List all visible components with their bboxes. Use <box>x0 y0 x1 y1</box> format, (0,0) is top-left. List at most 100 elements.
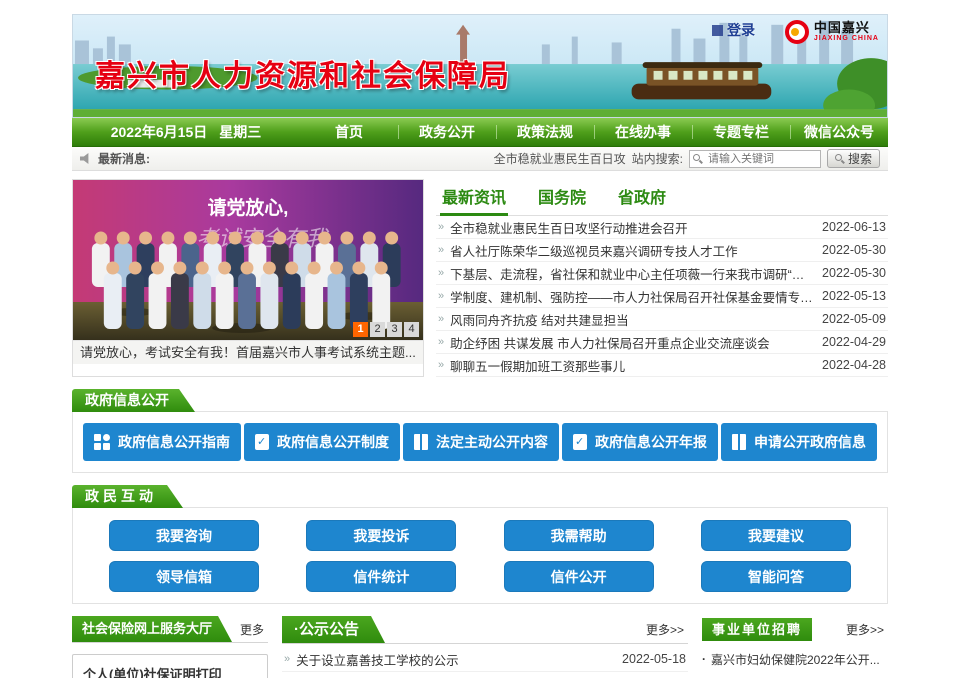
announcements-more-link[interactable]: 更多>> <box>646 621 688 638</box>
login-button[interactable]: 登录 <box>712 20 755 40</box>
search-input[interactable] <box>689 150 821 168</box>
news-item[interactable]: 风雨同舟齐抗疫 结对共建显担当 2022-05-09 <box>436 308 888 331</box>
slideshow-caption[interactable]: 请党放心，考试安全有我！首届嘉兴市人事考试系统主题... <box>73 340 423 364</box>
social-cert-print-item[interactable]: 个人(单位)社保证明打印 <box>72 654 268 678</box>
gov-info-guide-button[interactable]: 政府信息公开指南 <box>83 423 241 461</box>
login-icon <box>712 25 723 36</box>
gov-button-label: 法定主动公开内容 <box>436 432 548 452</box>
news-item[interactable]: 下基层、走流程，省社保和就业中心主任项薇一行来我市调研“国统”上线情况 2022… <box>436 262 888 285</box>
site-title: 嘉兴市人力资源和社会保障局 <box>95 51 511 95</box>
news-panel: 最新资讯 国务院 省政府 全市稳就业惠民生百日攻坚行动推进会召开 2022-06… <box>436 179 888 377</box>
pager-4[interactable]: 4 <box>404 322 419 337</box>
slideshow-photo-svg: 请党放心, 考试安全有我 <box>73 180 423 340</box>
gov-info-section-title: 政府信息公开 <box>72 389 195 412</box>
suggestion-button[interactable]: 我要建议 <box>701 520 851 551</box>
main-nav: 2022年6月15日 星期三 首页 政务公开 政策法规 在线办事 专题专栏 微信… <box>72 118 888 147</box>
announcement-item[interactable]: 关于设立嘉善技工学校的公示 2022-05-18 <box>282 647 688 672</box>
nav-item-gov-affairs[interactable]: 政务公开 <box>398 118 496 146</box>
recruitment-more-link[interactable]: 更多>> <box>846 621 888 638</box>
recruitment-item-title: 嘉兴市妇幼保健院2022年公开... <box>711 651 880 668</box>
photo-banner-line1: 请党放心, <box>208 196 289 219</box>
gov-button-label: 申请公开政府信息 <box>754 432 866 452</box>
news-item-title: 全市稳就业惠民生百日攻坚行动推进会召开 <box>450 218 816 237</box>
leader-mailbox-button[interactable]: 领导信箱 <box>109 561 259 592</box>
recruitment-item[interactable]: 2022年嘉兴市属事业单位公开... <box>702 672 888 678</box>
news-item[interactable]: 聊聊五一假期加班工资那些事儿 2022-04-28 <box>436 354 888 377</box>
announcement-title: 关于公布嘉兴市人力资源和社会保障局2022年度重大行政决策事... <box>296 675 616 678</box>
double-arrow-icon <box>438 359 444 371</box>
tab-latest-news[interactable]: 最新资讯 <box>440 179 508 215</box>
social-insurance-panel: 社会保险网上服务大厅 更多 个人(单位)社保证明打印 办事指南 <box>72 616 268 678</box>
doc-check-icon <box>573 434 587 450</box>
nav-item-home[interactable]: 首页 <box>300 118 398 146</box>
grid-icon <box>94 434 110 450</box>
tab-provincial-gov[interactable]: 省政府 <box>616 179 668 215</box>
announcement-date: 2022-05-18 <box>622 652 686 666</box>
smart-qa-button[interactable]: 智能问答 <box>701 561 851 592</box>
recruitment-title: 事业单位招聘 <box>702 618 812 641</box>
nav-item-online-services[interactable]: 在线办事 <box>594 118 692 146</box>
search-button[interactable]: 搜索 <box>827 149 880 168</box>
weekday-text: 星期三 <box>219 122 261 142</box>
double-arrow-icon <box>438 336 444 348</box>
pager-2[interactable]: 2 <box>370 322 385 337</box>
site-logo[interactable]: 中国嘉兴 JIAXING CHINA <box>785 20 879 44</box>
book-icon <box>732 434 746 450</box>
complaint-button[interactable]: 我要投诉 <box>306 520 456 551</box>
news-item[interactable]: 学制度、建机制、强防控——市人力社保局召开社保基金要情专题学习会 2022-05… <box>436 285 888 308</box>
need-help-button[interactable]: 我需帮助 <box>504 520 654 551</box>
news-item-title: 学制度、建机制、强防控——市人力社保局召开社保基金要情专题学习会 <box>450 287 816 306</box>
banner: 嘉兴市人力资源和社会保障局 登录 中国嘉兴 JIAXING CHINA <box>72 14 888 118</box>
pager-1[interactable]: 1 <box>353 322 368 337</box>
nav-item-wechat[interactable]: 微信公众号 <box>790 118 888 146</box>
request-disclosure-button[interactable]: 申请公开政府信息 <box>721 423 877 461</box>
slideshow-pager: 1 2 3 4 <box>353 322 419 337</box>
social-insurance-more-link[interactable]: 更多 <box>240 621 268 638</box>
news-item-date: 2022-05-09 <box>822 312 886 326</box>
announcement-item[interactable]: 关于公布嘉兴市人力资源和社会保障局2022年度重大行政决策事... 2022-0… <box>282 672 688 678</box>
news-item-title: 下基层、走流程，省社保和就业中心主任项薇一行来我市调研“国统”上线情况 <box>450 264 816 283</box>
news-list: 全市稳就业惠民生百日攻坚行动推进会召开 2022-06-13 省人社厅陈荣华二级… <box>436 216 888 377</box>
double-arrow-icon <box>284 653 290 665</box>
letter-disclosure-button[interactable]: 信件公开 <box>504 561 654 592</box>
page: 嘉兴市人力资源和社会保障局 登录 中国嘉兴 JIAXING CHINA 2022… <box>0 0 960 678</box>
boat-art <box>632 62 772 99</box>
news-item-date: 2022-04-28 <box>822 358 886 372</box>
social-insurance-title: 社会保险网上服务大厅 <box>72 616 232 642</box>
pager-3[interactable]: 3 <box>387 322 402 337</box>
date-text: 2022年6月15日 <box>111 122 208 142</box>
annual-report-button[interactable]: 政府信息公开年报 <box>562 423 718 461</box>
news-item[interactable]: 省人社厅陈荣华二级巡视员来嘉兴调研专技人才工作 2022-05-30 <box>436 239 888 262</box>
announcement-title: 关于设立嘉善技工学校的公示 <box>296 650 616 669</box>
gov-button-label: 政府信息公开指南 <box>118 432 230 452</box>
consult-button[interactable]: 我要咨询 <box>109 520 259 551</box>
nav-item-policies[interactable]: 政策法规 <box>496 118 594 146</box>
news-item-title: 省人社厅陈荣华二级巡视员来嘉兴调研专技人才工作 <box>450 241 816 260</box>
news-item-date: 2022-05-13 <box>822 289 886 303</box>
nav-item-special-topics[interactable]: 专题专栏 <box>692 118 790 146</box>
ticker-marquee-text[interactable]: 全市稳就业惠民生百日攻 <box>494 150 626 167</box>
recruitment-item[interactable]: 嘉兴市妇幼保健院2022年公开... <box>702 646 888 672</box>
gov-info-system-button[interactable]: 政府信息公开制度 <box>244 423 400 461</box>
login-label: 登录 <box>727 20 755 40</box>
letter-stats-button[interactable]: 信件统计 <box>306 561 456 592</box>
gov-button-label: 政府信息公开制度 <box>277 432 389 452</box>
speaker-icon <box>80 153 92 164</box>
news-tabs: 最新资讯 国务院 省政府 <box>436 179 888 216</box>
news-ticker-bar: 最新消息: 全市稳就业惠民生百日攻 站内搜索: 搜索 <box>72 147 888 171</box>
news-item[interactable]: 全市稳就业惠民生百日攻坚行动推进会召开 2022-06-13 <box>436 216 888 239</box>
search-button-label: 搜索 <box>848 150 872 167</box>
slideshow-photo[interactable]: 请党放心, 考试安全有我 1 2 3 4 <box>73 180 423 340</box>
news-item[interactable]: 助企纾困 共谋发展 市人力社保局召开重点企业交流座谈会 2022-04-29 <box>436 331 888 354</box>
news-item-date: 2022-04-29 <box>822 335 886 349</box>
double-arrow-icon <box>438 313 444 325</box>
news-item-date: 2022-06-13 <box>822 220 886 234</box>
search-button-icon <box>835 154 845 164</box>
logo-cn-text: 中国嘉兴 <box>814 21 879 35</box>
gov-button-label: 政府信息公开年报 <box>595 432 707 452</box>
statutory-disclosure-button[interactable]: 法定主动公开内容 <box>403 423 559 461</box>
tab-state-council[interactable]: 国务院 <box>536 179 588 215</box>
news-item-title: 风雨同舟齐抗疫 结对共建显担当 <box>450 310 816 329</box>
book-icon <box>414 434 428 450</box>
news-item-title: 助企纾困 共谋发展 市人力社保局召开重点企业交流座谈会 <box>450 333 816 352</box>
